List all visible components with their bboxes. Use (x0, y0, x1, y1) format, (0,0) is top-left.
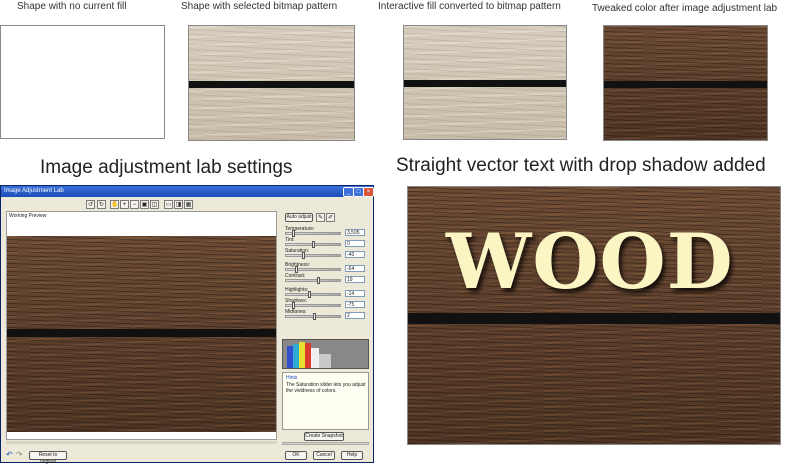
control-value-field[interactable]: 2 (345, 312, 365, 319)
full-view-icon[interactable]: ▦ (184, 200, 193, 209)
control-value-field[interactable]: -40 (345, 251, 365, 258)
fit-icon[interactable]: ▣ (140, 200, 149, 209)
slider-thumb[interactable] (292, 230, 295, 237)
rotate-left-icon[interactable]: ↺ (86, 200, 95, 209)
control-slider[interactable] (285, 241, 341, 248)
control-value-field[interactable]: -14 (345, 290, 365, 297)
wood-word: WOOD (446, 217, 734, 306)
cancel-button[interactable]: Cancel (313, 451, 335, 460)
preview-label: Working Preview (9, 213, 47, 219)
slider-thumb[interactable] (302, 252, 305, 259)
reset-to-original-button[interactable]: Reset to original (29, 451, 67, 465)
caption-bitmap: Shape with selected bitmap pattern (181, 1, 338, 12)
single-view-icon[interactable]: ▭ (164, 200, 173, 209)
hints-text: The Saturation slider lets you adjust th… (286, 382, 366, 394)
redo-icon[interactable]: ↷ (16, 450, 23, 459)
control-slider[interactable] (285, 313, 341, 320)
histogram (282, 339, 369, 369)
slider-thumb[interactable] (292, 302, 295, 309)
heading-vector-text: Straight vector text with drop shadow ad… (396, 155, 766, 176)
auto-adjust-button[interactable]: Auto adjust (285, 213, 313, 222)
actual-size-icon[interactable]: ◫ (150, 200, 159, 209)
caption-tweaked: Tweaked color after image adjustment lab (592, 3, 778, 14)
zoom-out-icon[interactable]: − (130, 200, 139, 209)
wood-text-panel: WOOD (407, 186, 781, 445)
control-value-field[interactable]: 19 (345, 276, 365, 283)
caption-no-fill: Shape with no current fill (17, 1, 127, 12)
slider-thumb[interactable] (295, 266, 298, 273)
preview-image (7, 236, 276, 432)
hints-title: Hints (286, 375, 298, 381)
control-value-field[interactable]: -75 (345, 301, 365, 308)
control-value-field[interactable]: 0 (345, 240, 365, 247)
image-adjustment-lab-dialog: Image Adjustment Lab _ □ × ↺ ↻ ✋ + − ▣ ◫… (0, 185, 374, 465)
preview-scrollbar[interactable] (6, 441, 277, 444)
zoom-in-icon[interactable]: + (120, 200, 129, 209)
caption-interactive: Interactive fill converted to bitmap pat… (378, 1, 561, 12)
bitmap-pattern-shape (188, 25, 355, 141)
control-slider[interactable] (285, 291, 341, 298)
pan-icon[interactable]: ✋ (110, 200, 119, 209)
interactive-fill-shape (403, 25, 567, 140)
hints-panel: Hints The Saturation slider lets you adj… (282, 372, 369, 430)
control-slider[interactable] (285, 277, 341, 284)
black-point-icon[interactable]: ✐ (326, 213, 335, 222)
tweaked-color-shape (603, 25, 768, 141)
rotate-right-icon[interactable]: ↻ (97, 200, 106, 209)
split-view-icon[interactable]: ◨ (174, 200, 183, 209)
create-snapshot-button[interactable]: Create Snapshot (304, 432, 344, 441)
empty-shape (0, 25, 165, 139)
snapshot-strip (282, 442, 369, 445)
close-icon[interactable]: × (363, 187, 374, 197)
undo-icon[interactable]: ↶ (6, 450, 13, 459)
control-value-field[interactable]: -64 (345, 265, 365, 272)
slider-thumb[interactable] (317, 277, 320, 284)
slider-thumb[interactable] (312, 241, 315, 248)
slider-thumb[interactable] (308, 291, 311, 298)
ok-button[interactable]: OK (285, 451, 307, 460)
white-point-icon[interactable]: ✎ (316, 213, 325, 222)
dialog-title: Image Adjustment Lab (4, 188, 64, 194)
slider-thumb[interactable] (313, 313, 316, 320)
help-button[interactable]: Help (341, 451, 363, 460)
control-slider[interactable] (285, 302, 341, 309)
control-slider[interactable] (285, 252, 341, 259)
working-preview[interactable]: Working Preview (6, 211, 277, 440)
heading-lab-settings: Image adjustment lab settings (40, 157, 293, 178)
control-slider[interactable] (285, 230, 341, 237)
control-value-field[interactable]: 3,595 (345, 229, 365, 236)
control-slider[interactable] (285, 266, 341, 273)
dialog-titlebar: Image Adjustment Lab (1, 186, 373, 197)
